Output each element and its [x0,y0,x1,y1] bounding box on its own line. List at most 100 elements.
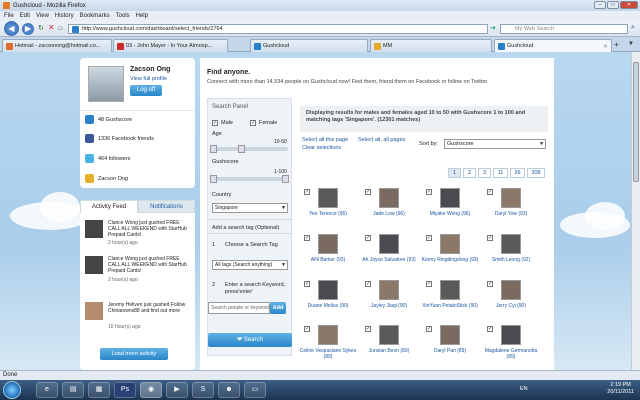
age-slider[interactable] [212,147,288,151]
view-profile-link[interactable]: View full profile [130,76,167,82]
friend-photo[interactable] [501,280,521,300]
friend-checkbox[interactable]: ✓ [487,235,493,241]
friend-checkbox[interactable]: ✓ [487,326,493,332]
firefox-icon[interactable]: ◉ [140,382,162,398]
friend-checkbox[interactable]: ✓ [487,189,493,195]
page-11[interactable]: 11 [493,168,508,178]
go-icon[interactable]: ➜ [490,24,496,32]
friend-name[interactable]: Afiil Barker (93) [298,257,358,263]
messenger-icon[interactable]: ☻ [218,382,240,398]
menu-view[interactable]: View [36,13,49,19]
friend-photo[interactable] [440,280,460,300]
female-checkbox[interactable]: ✓ [250,120,256,126]
clear-selections-link[interactable]: Clear selections [302,145,341,151]
menu-edit[interactable]: Edit [20,13,30,19]
search-button[interactable]: ❤ Search [208,333,292,347]
feed-avatar[interactable] [85,220,103,238]
friend-name[interactable]: Duane Melius (90) [298,303,358,309]
gushscore-slider-handle[interactable] [282,175,289,183]
keyword-input[interactable]: Search people or keywords [208,302,270,314]
friend-checkbox[interactable]: ✓ [304,326,310,332]
friend-name[interactable]: Magdalene Germanotta (89) [481,348,541,360]
friend-name[interactable]: Jayley Jiaqi (90) [359,303,419,309]
app-icon[interactable]: ▦ [88,382,110,398]
feed-avatar[interactable] [85,256,103,274]
gushscore-slider[interactable] [212,177,288,181]
friend-photo[interactable] [501,188,521,208]
friend-checkbox[interactable]: ✓ [304,235,310,241]
friend-photo[interactable] [440,325,460,345]
tab-activity-feed[interactable]: Activity Feed [80,200,138,213]
age-slider-handle[interactable] [238,145,245,153]
friend-photo[interactable] [379,234,399,254]
menu-bookmarks[interactable]: Bookmarks [80,13,110,19]
friend-photo[interactable] [318,280,338,300]
avatar[interactable] [88,66,124,102]
search-icon[interactable]: ⌕ [631,24,635,32]
friend-checkbox[interactable]: ✓ [487,281,493,287]
logoff-button[interactable]: Log off [130,85,162,96]
media-icon[interactable]: ▶ [166,382,188,398]
page-1[interactable]: 1 [448,168,461,178]
country-select[interactable]: Singapore ▼ [212,203,288,213]
stop-icon[interactable]: ✕ [48,23,55,32]
friend-photo[interactable] [379,188,399,208]
age-slider-handle[interactable] [210,145,217,153]
friend-name[interactable]: Daryl Yow (93) [481,211,541,217]
ie-icon[interactable]: e [36,382,58,398]
minimize-button[interactable]: – [594,1,606,9]
scrollbar[interactable] [631,52,640,370]
window-icon[interactable]: ▭ [244,382,266,398]
friend-photo[interactable] [501,325,521,345]
page-26[interactable]: 26 [510,168,525,178]
menu-file[interactable]: File [4,13,14,19]
friend-checkbox[interactable]: ✓ [304,189,310,195]
friend-checkbox[interactable]: ✓ [304,281,310,287]
friend-checkbox[interactable]: ✓ [426,326,432,332]
friend-photo[interactable] [440,234,460,254]
scrollbar-thumb[interactable] [633,62,639,182]
tab-mm[interactable]: MM [370,39,492,52]
back-button[interactable]: ◀ [4,21,19,36]
skype-icon[interactable]: S [192,382,214,398]
tab-list-icon[interactable]: ▼ [628,41,634,47]
maximize-button[interactable]: □ [607,1,619,9]
friend-photo[interactable] [318,325,338,345]
close-tab-icon[interactable]: ✕ [603,43,608,50]
friend-name[interactable]: Ah Joyce Salvatore (93) [359,257,419,263]
tag-select[interactable]: All tags (Search anything) ▼ [212,260,288,270]
friend-name[interactable]: Jerry Cyi (90) [481,303,541,309]
page-308[interactable]: 308 [527,168,545,178]
friend-name[interactable]: Kenny Ringdingdong (93) [420,257,480,263]
friend-checkbox[interactable]: ✓ [365,189,371,195]
clock[interactable]: 2:19 PM 20/11/2011 [607,382,634,396]
tab-notifications[interactable]: Notifications [138,200,195,213]
friend-name[interactable]: Smith Leong (92) [481,257,541,263]
male-checkbox[interactable]: ✓ [212,120,218,126]
friend-name[interactable]: Yeo Terence (96) [298,211,358,217]
friend-checkbox[interactable]: ✓ [365,235,371,241]
select-page-link[interactable]: Select all this page [302,137,348,143]
menu-history[interactable]: History [55,13,74,19]
sort-select[interactable]: Gushscore ▼ [444,139,546,149]
tab-john-mayer[interactable]: 03 - John Mayer - In Your Atmosp... [113,39,228,52]
photoshop-icon[interactable]: Ps [114,382,136,398]
friend-photo[interactable] [440,188,460,208]
friend-name[interactable]: XinYuan PotatoStick (90) [420,303,480,309]
friend-checkbox[interactable]: ✓ [426,235,432,241]
friend-name[interactable]: Jade Low (96) [359,211,419,217]
friend-photo[interactable] [379,325,399,345]
reload-icon[interactable]: ↻ [38,24,44,32]
friend-photo[interactable] [318,234,338,254]
tab-gushcloud-1[interactable]: Gushcloud [250,39,368,52]
page-2[interactable]: 2 [463,168,476,178]
feed-avatar[interactable] [85,302,103,320]
friend-name[interactable]: Daryl Pan (89) [420,348,480,354]
forward-button[interactable]: ▶ [22,23,34,35]
gushscore-slider-handle[interactable] [210,175,217,183]
url-bar[interactable]: http://www.gushcloud.com/dashboard/selec… [68,24,488,34]
select-all-link[interactable]: Select all, all pages [358,137,405,143]
menu-tools[interactable]: Tools [116,13,130,19]
friend-photo[interactable] [379,280,399,300]
friend-name[interactable]: Celine Vespasiano Sykes (89) [298,348,358,360]
